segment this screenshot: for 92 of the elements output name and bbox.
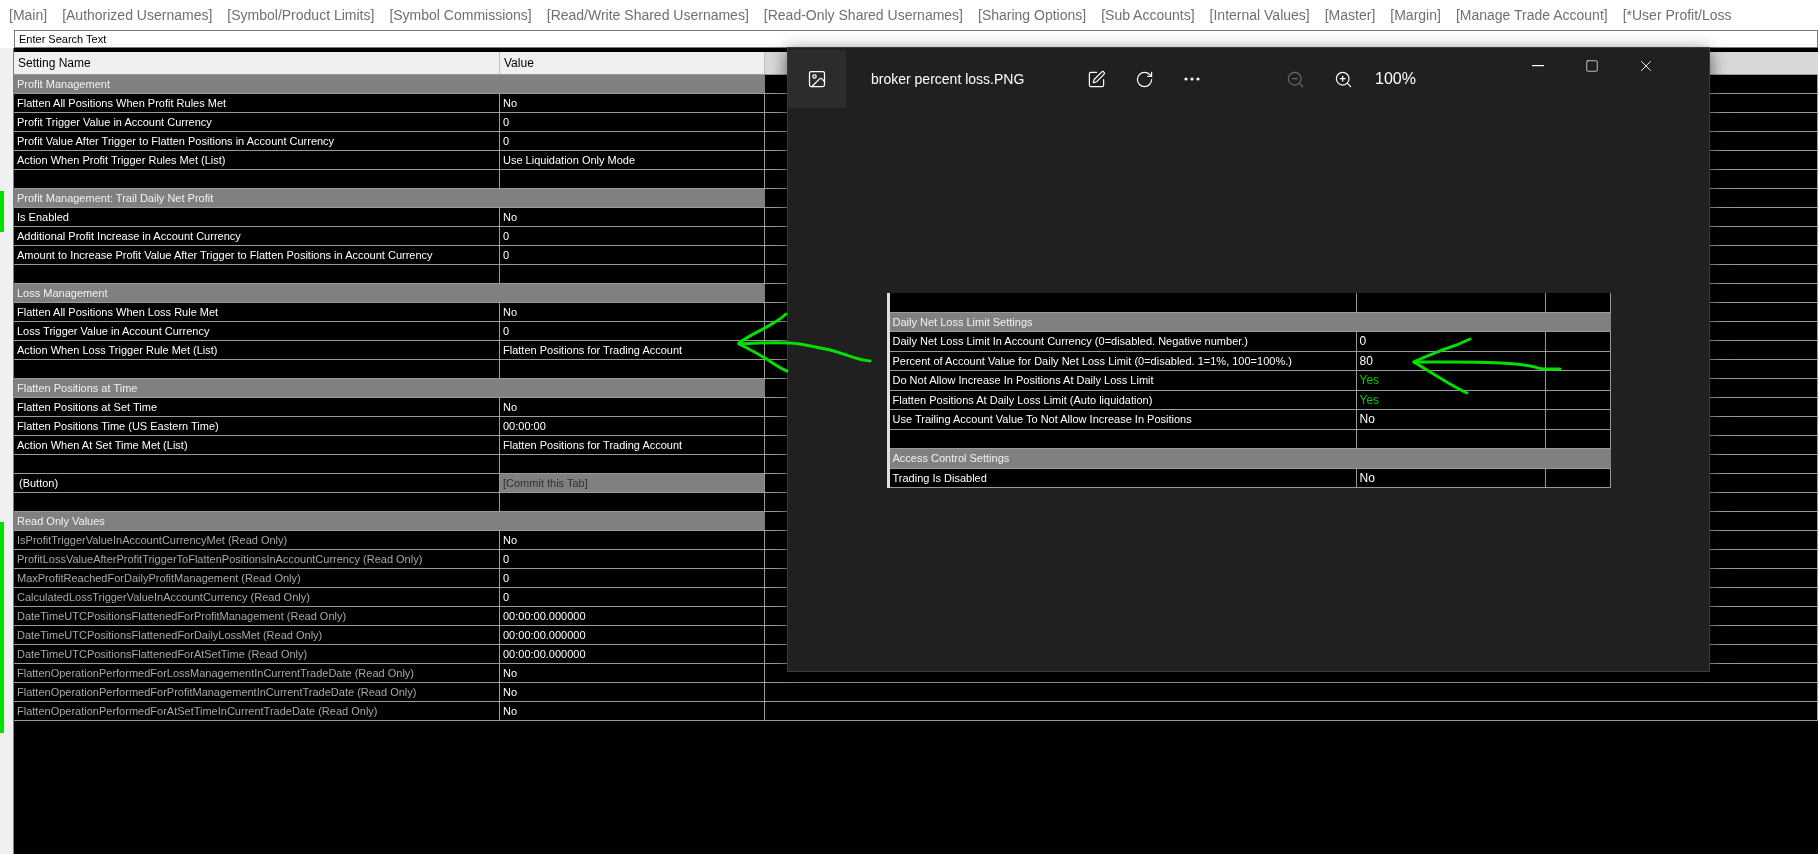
more-icon	[1184, 77, 1200, 81]
setting-value-cell[interactable]: 0	[500, 588, 765, 606]
setting-name-cell: MaxProfitReachedForDailyProfitManagement (Read Only)	[14, 569, 500, 587]
value-text: Yes	[1359, 373, 1380, 388]
setting-name-cell: Amount to Increase Profit Value After Trigger to Flatten Positions in Account Currency	[14, 246, 500, 264]
setting-value-cell[interactable]: No	[500, 303, 765, 321]
image-icon	[807, 69, 827, 89]
section-header: Access Control Settings	[889, 449, 1611, 468]
setting-name-cell: Action When Loss Trigger Rule Met (List)	[14, 341, 500, 359]
setting-value-cell[interactable]: 0	[500, 322, 765, 340]
search-field[interactable]: Enter Search Text	[14, 30, 1818, 48]
setting-name-cell: IsProfitTriggerValueInAccountCurrencyMet (Read Only)	[14, 531, 500, 549]
setting-name-cell: Is Enabled	[14, 208, 500, 226]
setting-value-cell[interactable]: 0	[500, 569, 765, 587]
zoom-in-icon	[1333, 69, 1353, 89]
setting-name-cell: Flatten All Positions When Loss Rule Met	[14, 303, 500, 321]
column-header[interactable]: Setting Name	[14, 52, 500, 74]
value-text: 80	[1359, 353, 1373, 368]
setting-name-cell: Additional Profit Increase in Account Currency	[14, 227, 500, 245]
setting-value-cell[interactable]: No	[500, 664, 765, 682]
value-text: No	[1359, 470, 1375, 485]
edge-highlight-bar	[0, 191, 4, 232]
tab[interactable]: [Read/Write Shared Usernames]	[546, 7, 749, 23]
maximize-icon	[1584, 59, 1599, 73]
section-header: Profit Management	[14, 75, 765, 93]
setting-value-cell[interactable]: Use Liquidation Only Mode	[500, 151, 765, 169]
column-header[interactable]: Value	[500, 52, 765, 74]
setting-name-cell: Do Not Allow Increase In Positions At Daily Loss Limit	[889, 371, 1357, 390]
section-header: Profit Management: Trail Daily Net Profit	[14, 189, 765, 207]
zoom-level: 100%	[1375, 70, 1416, 88]
setting-name-cell: DateTimeUTCPositionsFlattenedForAtSetTime (Read Only)	[14, 645, 500, 663]
setting-name-cell: Profit Trigger Value in Account Currency	[14, 113, 500, 131]
setting-name-cell: Flatten Positions at Set Time	[14, 398, 500, 416]
setting-value-cell[interactable]: No	[500, 208, 765, 226]
setting-name-cell: Trading Is Disabled	[889, 468, 1357, 487]
window-title: broker percent loss.PNG	[871, 71, 1026, 87]
setting-name-cell: DateTimeUTCPositionsFlattenedForProfitManagement (Read Only)	[14, 607, 500, 625]
edit-icon	[1086, 69, 1106, 89]
tab[interactable]: [Sub Accounts]	[1101, 7, 1195, 23]
setting-value-cell[interactable]: No	[500, 683, 765, 701]
tab[interactable]: [Read-Only Shared Usernames]	[763, 7, 963, 23]
setting-name-cell: FlattenOperationPerformedForLossManagementInCurrentTradeDate (Read Only)	[14, 664, 500, 682]
gallery-button[interactable]	[788, 50, 846, 108]
setting-value-cell[interactable]: 0	[500, 227, 765, 245]
tab[interactable]: [Internal Values]	[1209, 7, 1310, 23]
tab[interactable]: [Margin]	[1390, 7, 1441, 23]
setting-name-cell: Use Trailing Account Value To Not Allow Increase In Positions	[889, 410, 1357, 429]
tab[interactable]: [Main]	[9, 7, 48, 23]
section-header: Flatten Positions at Time	[14, 379, 765, 397]
setting-value-cell[interactable]: No	[500, 702, 765, 720]
setting-value-cell[interactable]: Flatten Positions for Trading Account	[500, 436, 765, 454]
value-text: 0	[1359, 334, 1367, 349]
setting-name-cell: ProfitLossValueAfterProfitTriggerToFlattenPositionsInAccountCurrency (Read Only)	[14, 550, 500, 568]
setting-name-cell: Percent of Account Value for Daily Net Loss Limit (0=disabled. 1=1%, 100=100%.)	[889, 351, 1357, 370]
setting-name-cell: Profit Value After Trigger to Flatten Positions in Account Currency	[14, 132, 500, 150]
setting-name-cell: Flatten All Positions When Profit Rules Met	[14, 94, 500, 112]
tab[interactable]: [*User Profit/Loss	[1622, 7, 1732, 23]
setting-name-cell: Daily Net Loss Limit In Account Currency (0=disabled. Negative number.)	[889, 332, 1357, 351]
setting-name-cell: FlattenOperationPerformedForAtSetTimeInCurrentTradeDate (Read Only)	[14, 702, 500, 720]
setting-value-cell[interactable]: 00:00:00.000000	[500, 626, 765, 644]
setting-value-cell[interactable]: 0	[500, 113, 765, 131]
setting-value-cell[interactable]: No	[500, 398, 765, 416]
zoom-out-icon	[1285, 69, 1305, 89]
value-text: No	[1359, 412, 1375, 427]
setting-name-cell: FlattenOperationPerformedForProfitManagementInCurrentTradeDate (Read Only)	[14, 683, 500, 701]
minimize-icon	[1531, 65, 1544, 67]
setting-name-cell: Flatten Positions Time (US Eastern Time)	[14, 417, 500, 435]
tab[interactable]: [Manage Trade Account]	[1455, 7, 1608, 23]
setting-value-cell[interactable]: 0	[500, 246, 765, 264]
tab[interactable]: [Sharing Options]	[978, 7, 1087, 23]
setting-name-cell: CalculatedLossTriggerValueInAccountCurrency (Read Only)	[14, 588, 500, 606]
setting-value-cell[interactable]: No	[500, 94, 765, 112]
section-header: Read Only Values	[14, 512, 765, 530]
setting-value-cell[interactable]: 00:00:00.000000	[500, 645, 765, 663]
setting-value-cell[interactable]: Flatten Positions for Trading Account	[500, 341, 765, 359]
setting-value-cell[interactable]: 0	[500, 132, 765, 150]
value-text: Yes	[1359, 392, 1380, 407]
section-header: Loss Management	[14, 284, 765, 302]
tab[interactable]: [Master]	[1324, 7, 1376, 23]
setting-value-cell[interactable]: 00:00:00	[500, 417, 765, 435]
tab[interactable]: [Symbol Commissions]	[389, 7, 532, 23]
setting-name-cell: Loss Trigger Value in Account Currency	[14, 322, 500, 340]
rotate-icon	[1134, 69, 1154, 89]
setting-name-cell: DateTimeUTCPositionsFlattenedForDailyLossMet (Read Only)	[14, 626, 500, 644]
setting-value-cell[interactable]: 00:00:00.000000	[500, 607, 765, 625]
setting-name-cell: Flatten Positions At Daily Loss Limit (Auto liquidation)	[889, 390, 1357, 409]
tab[interactable]: [Authorized Usernames]	[62, 7, 213, 23]
setting-name-cell: Action When Profit Trigger Rules Met (List)	[14, 151, 500, 169]
setting-value-cell[interactable]: 0	[500, 550, 765, 568]
tab[interactable]: [Symbol/Product Limits]	[227, 7, 375, 23]
setting-value-cell[interactable]: No	[500, 531, 765, 549]
setting-name-cell: Action When At Set Time Met (List)	[14, 436, 500, 454]
